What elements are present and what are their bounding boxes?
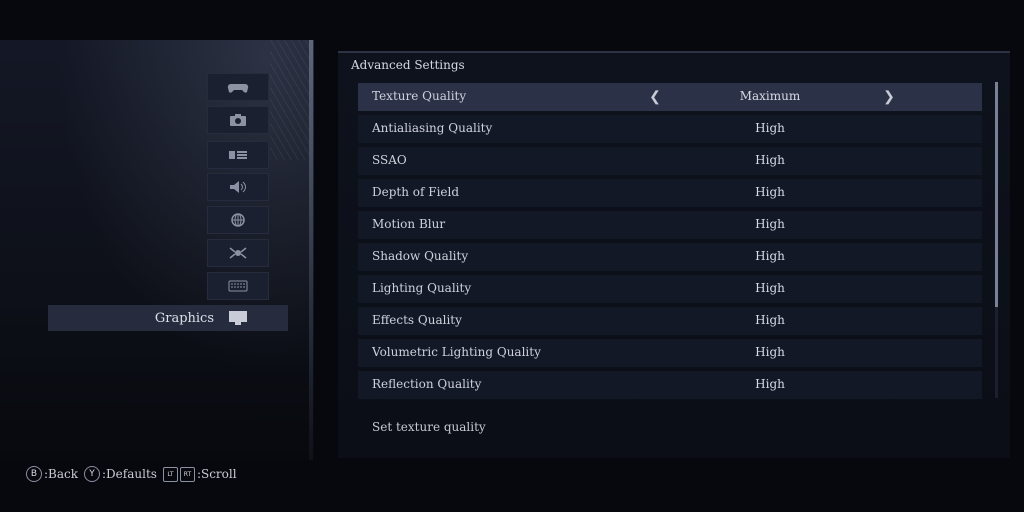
sidebar-divider bbox=[309, 40, 313, 460]
display-list-icon[interactable] bbox=[207, 141, 269, 169]
chevron-right-icon[interactable]: ❯ bbox=[882, 88, 896, 106]
setting-name: SSAO bbox=[372, 153, 407, 167]
setting-name: Motion Blur bbox=[372, 217, 446, 231]
back-hint[interactable]: :Back bbox=[44, 467, 78, 481]
setting-row-antialiasing[interactable]: Antialiasing Quality High bbox=[358, 115, 982, 143]
setting-value: High bbox=[755, 153, 785, 167]
setting-row-ssao[interactable]: SSAO High bbox=[358, 147, 982, 175]
setting-value: Maximum bbox=[739, 89, 801, 103]
scroll-hint[interactable]: :Scroll bbox=[197, 467, 237, 481]
b-button-icon: B bbox=[26, 466, 42, 482]
chevron-left-icon[interactable]: ❮ bbox=[648, 88, 662, 106]
sidebar-texture bbox=[270, 40, 310, 160]
setting-name: Antialiasing Quality bbox=[372, 121, 493, 135]
setting-value: High bbox=[755, 121, 785, 135]
setting-row-motion-blur[interactable]: Motion Blur High bbox=[358, 211, 982, 239]
panel-title: Advanced Settings bbox=[351, 58, 465, 72]
monitor-icon bbox=[229, 311, 247, 325]
rt-button-icon: RT bbox=[179, 466, 195, 482]
sidebar-item-graphics[interactable]: Graphics bbox=[48, 305, 288, 331]
setting-name: Shadow Quality bbox=[372, 249, 469, 263]
camera-icon[interactable] bbox=[207, 106, 269, 134]
setting-value: High bbox=[755, 313, 785, 327]
setting-row-depth-of-field[interactable]: Depth of Field High bbox=[358, 179, 982, 207]
setting-name: Lighting Quality bbox=[372, 281, 472, 295]
setting-value: High bbox=[755, 217, 785, 231]
setting-row-reflection-quality[interactable]: Reflection Quality High bbox=[358, 371, 982, 399]
setting-name: Texture Quality bbox=[372, 89, 467, 103]
setting-row-volumetric-lighting[interactable]: Volumetric Lighting Quality High bbox=[358, 339, 982, 367]
keyboard-icon[interactable] bbox=[207, 272, 269, 300]
setting-value: High bbox=[755, 345, 785, 359]
setting-name: Effects Quality bbox=[372, 313, 462, 327]
setting-row-shadow-quality[interactable]: Shadow Quality High bbox=[358, 243, 982, 271]
setting-value: High bbox=[755, 185, 785, 199]
sidebar-item-label: Graphics bbox=[154, 310, 214, 326]
defaults-hint[interactable]: :Defaults bbox=[102, 467, 157, 481]
scroll-thumb[interactable] bbox=[995, 82, 998, 307]
network-icon[interactable] bbox=[207, 239, 269, 267]
setting-name: Volumetric Lighting Quality bbox=[372, 345, 541, 359]
setting-name: Depth of Field bbox=[372, 185, 460, 199]
globe-icon[interactable] bbox=[207, 206, 269, 234]
setting-row-lighting-quality[interactable]: Lighting Quality High bbox=[358, 275, 982, 303]
setting-value: High bbox=[755, 249, 785, 263]
setting-name: Reflection Quality bbox=[372, 377, 482, 391]
setting-value: High bbox=[755, 281, 785, 295]
setting-row-texture-quality[interactable]: Texture Quality ❮ Maximum ❯ bbox=[358, 83, 982, 111]
y-button-icon: Y bbox=[84, 466, 101, 482]
lt-button-icon: LT bbox=[162, 466, 178, 482]
scrollbar[interactable] bbox=[995, 82, 998, 398]
help-text: Set texture quality bbox=[372, 420, 486, 434]
speaker-icon[interactable] bbox=[207, 173, 269, 201]
gamepad-icon[interactable] bbox=[207, 73, 269, 101]
setting-value: High bbox=[755, 377, 785, 391]
setting-row-effects-quality[interactable]: Effects Quality High bbox=[358, 307, 982, 335]
button-hints: B :Back Y :Defaults LT RT :Scroll bbox=[26, 465, 243, 483]
